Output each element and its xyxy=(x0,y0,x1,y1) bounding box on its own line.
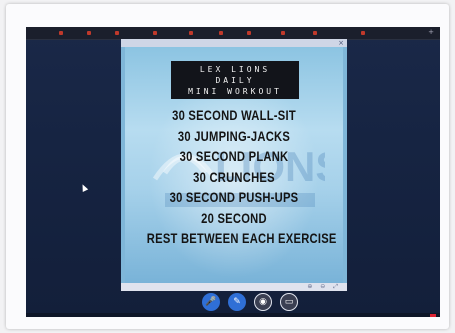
browser-tab[interactable] xyxy=(56,29,80,37)
exercise-line: 30 JUMPING-JACKS xyxy=(177,127,291,144)
new-tab-icon[interactable]: + xyxy=(428,28,434,36)
pen-icon[interactable]: ✎ xyxy=(228,293,246,311)
exercise-line: 30 SECOND WALL-SIT xyxy=(172,107,296,123)
browser-tab[interactable] xyxy=(150,29,174,37)
exercise-line: REST BETWEEN EACH EXERCISE xyxy=(146,230,337,246)
poster-title: LEX LIONS DAILY MINI WORKOUT xyxy=(171,61,299,99)
exercise-line: 30 SECOND PLANK xyxy=(179,148,289,164)
tray-icon[interactable] xyxy=(430,314,436,317)
screen-share-icon[interactable]: ▭ xyxy=(280,293,298,311)
poster-title-line: MINI WORKOUT xyxy=(188,87,282,96)
browser-tab[interactable] xyxy=(244,29,272,37)
browser-tab[interactable] xyxy=(112,29,140,37)
workout-poster: LIONS LEX LIONS DAILY MINI WORKOUT 30 SE… xyxy=(125,47,343,283)
photo-frame: + × LIONS LEX LIONS DAILY MINI W xyxy=(6,4,449,329)
viewer-page-bar: ⊕ ⊖ ⤢ xyxy=(121,283,347,291)
mouse-cursor-icon xyxy=(79,183,89,192)
browser-tab[interactable] xyxy=(310,29,338,37)
browser-tab[interactable] xyxy=(186,29,212,37)
exercise-line: 20 SECOND xyxy=(201,209,267,226)
poster-title-line: DAILY xyxy=(215,76,255,85)
browser-tab[interactable] xyxy=(216,29,240,37)
mic-icon[interactable]: 🎤 xyxy=(202,293,220,311)
exercise-list: 30 SECOND WALL-SIT 30 JUMPING-JACKS 30 S… xyxy=(125,105,343,249)
browser-tab[interactable] xyxy=(84,29,110,37)
monitor-screen: + × LIONS LEX LIONS DAILY MINI W xyxy=(26,27,440,317)
viewer-toolbar: × xyxy=(121,39,347,47)
camera-icon[interactable]: ◉ xyxy=(254,293,272,311)
poster-title-line: LEX LIONS xyxy=(199,65,271,74)
browser-tab[interactable] xyxy=(358,29,386,37)
exercise-line: 30 SECOND PUSH-UPS xyxy=(169,189,299,205)
browser-tab[interactable] xyxy=(278,29,304,37)
exercise-line: 30 CRUNCHES xyxy=(193,168,275,185)
taskbar xyxy=(26,313,440,317)
viewer-tool-icons[interactable]: ⊕ ⊖ ⤢ xyxy=(307,283,341,291)
close-icon[interactable]: × xyxy=(338,39,344,47)
document-viewer: × LIONS LEX LIONS DAILY MINI WORKOUT xyxy=(121,39,347,291)
